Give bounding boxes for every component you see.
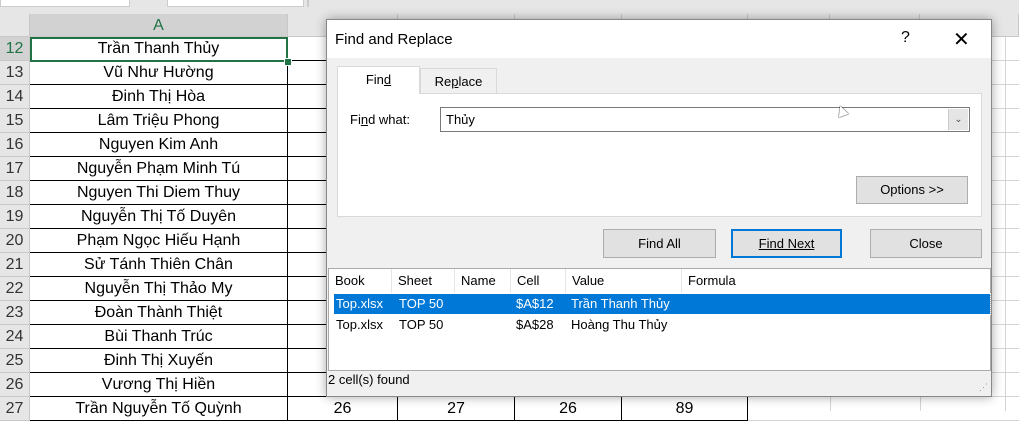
find-what-combobox[interactable]: Thủy ⌄ bbox=[440, 107, 970, 132]
column-header-a[interactable]: A bbox=[30, 14, 288, 37]
chevron-down-icon[interactable]: ⌄ bbox=[948, 109, 968, 130]
row-header[interactable]: 21 bbox=[0, 253, 30, 277]
row-header[interactable]: 18 bbox=[0, 181, 30, 205]
cell-a17[interactable]: Nguyễn Phạm Minh Tú bbox=[30, 157, 288, 181]
col-cell[interactable]: Cell bbox=[511, 269, 566, 293]
row-header[interactable]: 17 bbox=[0, 157, 30, 181]
row-header[interactable]: 23 bbox=[0, 301, 30, 325]
gridline bbox=[1005, 37, 1006, 411]
result-value: Hoàng Thu Thủy bbox=[571, 317, 668, 332]
tab-replace[interactable]: Replace bbox=[420, 68, 497, 94]
cell-a22[interactable]: Nguyễn Thị Thảo My bbox=[30, 277, 288, 301]
cell-c27[interactable]: 27 bbox=[398, 397, 515, 421]
results-list[interactable]: Book Sheet Name Cell Value Formula Top.x… bbox=[328, 268, 991, 371]
result-cell: $A$12 bbox=[516, 296, 554, 311]
row-header[interactable]: 22 bbox=[0, 277, 30, 301]
result-value: Trần Thanh Thủy bbox=[571, 296, 670, 311]
cell-d27[interactable]: 26 bbox=[515, 397, 622, 421]
select-all-corner[interactable] bbox=[0, 14, 30, 37]
row-header[interactable]: 25 bbox=[0, 349, 30, 373]
cell-a16[interactable]: Nguyen Kim Anh bbox=[30, 133, 288, 157]
cell-e27[interactable]: 89 bbox=[622, 397, 748, 421]
help-button[interactable]: ? bbox=[901, 29, 910, 47]
cell-a21[interactable]: Sử Tánh Thiên Chân bbox=[30, 253, 288, 277]
cell-a15[interactable]: Lâm Triệu Phong bbox=[30, 109, 288, 133]
dialog-title: Find and Replace bbox=[335, 31, 453, 48]
row-header[interactable]: 27 bbox=[0, 397, 30, 421]
row-header[interactable]: 20 bbox=[0, 229, 30, 253]
find-panel: Find what: Thủy ⌄ Options >> bbox=[337, 93, 982, 217]
cell-a27[interactable]: Trần Nguyễn Tố Quỳnh bbox=[30, 397, 288, 421]
result-cell: $A$28 bbox=[516, 317, 554, 332]
fill-handle[interactable] bbox=[284, 58, 292, 66]
find-replace-dialog: Find and Replace ? ✕ Find Replace Find w… bbox=[326, 19, 992, 397]
status-text: 2 cell(s) found bbox=[328, 372, 410, 387]
col-book[interactable]: Book bbox=[329, 269, 392, 293]
cell-a25[interactable]: Đinh Thị Xuyến bbox=[30, 349, 288, 373]
cell-b27[interactable]: 26 bbox=[288, 397, 398, 421]
row-header[interactable]: 26 bbox=[0, 373, 30, 397]
cell-a14[interactable]: Đinh Thị Hòa bbox=[30, 85, 288, 109]
result-book: Top.xlsx bbox=[336, 317, 383, 332]
result-sheet: TOP 50 bbox=[399, 317, 444, 332]
row-header[interactable]: 14 bbox=[0, 85, 30, 109]
close-button[interactable]: Close bbox=[870, 229, 982, 258]
cell-a23[interactable]: Đoàn Thành Thiệt bbox=[30, 301, 288, 325]
cell-a24[interactable]: Bùi Thanh Trúc bbox=[30, 325, 288, 349]
cell-a20[interactable]: Phạm Ngọc Hiếu Hạnh bbox=[30, 229, 288, 253]
close-icon[interactable]: ✕ bbox=[953, 27, 970, 52]
cell-a13[interactable]: Vũ Như Hường bbox=[30, 61, 288, 85]
row-header[interactable]: 15 bbox=[0, 109, 30, 133]
col-sheet[interactable]: Sheet bbox=[392, 269, 455, 293]
cell-a18[interactable]: Nguyen Thi Diem Thuy bbox=[30, 181, 288, 205]
dialog-title-bar[interactable]: Find and Replace ? ✕ bbox=[327, 20, 991, 58]
ribbon-edge bbox=[0, 0, 1019, 15]
options-button[interactable]: Options >> bbox=[856, 176, 968, 204]
resize-grip-icon[interactable]: ⋰ bbox=[979, 382, 988, 393]
col-name[interactable]: Name bbox=[455, 269, 511, 293]
result-row[interactable]: Top.xlsx TOP 50 $A$12 Trần Thanh Thủy bbox=[333, 293, 991, 315]
tab-find[interactable]: Find bbox=[337, 66, 420, 94]
find-all-button[interactable]: Find All bbox=[603, 229, 716, 258]
row-header[interactable]: 19 bbox=[0, 205, 30, 229]
row-header[interactable]: 24 bbox=[0, 325, 30, 349]
row-header[interactable]: 16 bbox=[0, 133, 30, 157]
result-sheet: TOP 50 bbox=[399, 296, 444, 311]
find-next-button[interactable]: Find Next bbox=[731, 229, 842, 258]
find-what-label: Find what: bbox=[350, 112, 410, 127]
result-book: Top.xlsx bbox=[336, 296, 383, 311]
row-header[interactable]: 12 bbox=[0, 37, 30, 61]
col-value[interactable]: Value bbox=[566, 269, 682, 293]
cell-a26[interactable]: Vương Thị Hiền bbox=[30, 373, 288, 397]
find-what-input[interactable]: Thủy bbox=[446, 112, 475, 127]
active-cell-border bbox=[30, 37, 288, 62]
row-header[interactable]: 13 bbox=[0, 61, 30, 85]
col-formula[interactable]: Formula bbox=[682, 269, 990, 293]
cell-a19[interactable]: Nguyễn Thị Tố Duyên bbox=[30, 205, 288, 229]
result-row[interactable]: Top.xlsx TOP 50 $A$28 Hoàng Thu Thủy bbox=[334, 315, 990, 335]
